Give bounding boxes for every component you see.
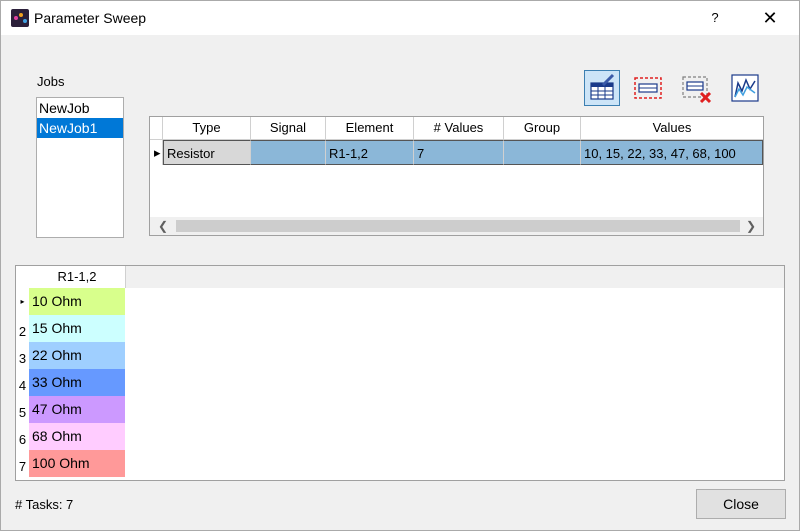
- row-pointer-icon: ▸: [150, 140, 163, 165]
- cell-element[interactable]: R1-1,2: [326, 140, 414, 165]
- cell-group[interactable]: [504, 140, 581, 165]
- value-grid[interactable]: R1-1,2 ▸ 10 Ohm 2 15 Ohm 3 22 Ohm 4 33 O…: [15, 265, 785, 481]
- jobs-label: Jobs: [37, 74, 65, 89]
- scroll-right-icon[interactable]: ❯: [742, 217, 760, 235]
- col-header-group[interactable]: Group: [504, 117, 581, 139]
- delete-row-icon: [682, 76, 712, 104]
- value-cell[interactable]: 10 Ohm: [29, 288, 125, 315]
- sweep-table[interactable]: Type Signal Element # Values Group Value…: [149, 116, 764, 236]
- table-row[interactable]: ▸ Resistor R1-1,2 7 10, 15, 22, 33, 47, …: [150, 140, 763, 165]
- list-item[interactable]: ▸ 10 Ohm: [16, 288, 126, 315]
- select-dashed-icon: [634, 77, 662, 99]
- row-number: 7: [16, 450, 29, 477]
- list-item[interactable]: 4 33 Ohm: [16, 369, 126, 396]
- cell-num-values[interactable]: 7: [414, 140, 504, 165]
- list-item[interactable]: 2 15 Ohm: [16, 315, 126, 342]
- list-item[interactable]: 5 47 Ohm: [16, 396, 126, 423]
- select-button[interactable]: [630, 70, 666, 106]
- parameter-sweep-window: Parameter Sweep ? ✕ Jobs NewJob NewJob1: [0, 0, 800, 531]
- close-button[interactable]: Close: [696, 489, 786, 519]
- help-button[interactable]: ?: [705, 7, 725, 29]
- row-number: 3: [16, 342, 29, 369]
- col-header-signal[interactable]: Signal: [251, 117, 326, 139]
- window-title: Parameter Sweep: [34, 10, 147, 26]
- cell-values[interactable]: 10, 15, 22, 33, 47, 68, 100: [581, 140, 763, 165]
- scrollbar-thumb[interactable]: [176, 220, 740, 232]
- value-cell[interactable]: 47 Ohm: [29, 396, 125, 423]
- plot-button[interactable]: [727, 70, 763, 106]
- value-cell[interactable]: 33 Ohm: [29, 369, 125, 396]
- col-header-values[interactable]: Values: [581, 117, 763, 139]
- row-header-corner: [150, 117, 163, 139]
- jobs-list[interactable]: NewJob NewJob1: [36, 97, 124, 238]
- title-bar: Parameter Sweep ? ✕: [1, 1, 799, 35]
- sweep-table-header: Type Signal Element # Values Group Value…: [150, 117, 763, 140]
- cell-signal[interactable]: [251, 140, 326, 165]
- value-cell[interactable]: 15 Ohm: [29, 315, 125, 342]
- list-item[interactable]: 7 100 Ohm: [16, 450, 126, 477]
- list-item[interactable]: 3 22 Ohm: [16, 342, 126, 369]
- row-pointer-icon: ▸: [16, 288, 29, 315]
- job-item[interactable]: NewJob: [37, 98, 123, 118]
- row-number: 6: [16, 423, 29, 450]
- row-number: 5: [16, 396, 29, 423]
- tasks-count: # Tasks: 7: [15, 497, 74, 512]
- row-number: 4: [16, 369, 29, 396]
- value-cell[interactable]: 22 Ohm: [29, 342, 125, 369]
- value-grid-corner: [16, 266, 29, 288]
- row-number: 2: [16, 315, 29, 342]
- col-header-type[interactable]: Type: [163, 117, 251, 139]
- horizontal-scrollbar[interactable]: ❮ ❯: [150, 217, 763, 235]
- value-grid-col-header[interactable]: R1-1,2: [29, 266, 126, 288]
- value-cell[interactable]: 68 Ohm: [29, 423, 125, 450]
- plot-chart-icon: [731, 74, 759, 102]
- scroll-left-icon[interactable]: ❮: [154, 217, 172, 235]
- col-header-num-values[interactable]: # Values: [414, 117, 504, 139]
- col-header-element[interactable]: Element: [326, 117, 414, 139]
- value-cell[interactable]: 100 Ohm: [29, 450, 125, 477]
- delete-button[interactable]: [678, 70, 714, 106]
- job-item-selected[interactable]: NewJob1: [37, 118, 123, 138]
- edit-table-icon: [590, 73, 615, 100]
- cell-type[interactable]: Resistor: [163, 140, 251, 165]
- app-icon: [11, 9, 29, 27]
- value-grid-header: R1-1,2: [16, 266, 784, 288]
- window-close-button[interactable]: ✕: [755, 5, 785, 31]
- list-item[interactable]: 6 68 Ohm: [16, 423, 126, 450]
- edit-sweep-button[interactable]: [584, 70, 620, 106]
